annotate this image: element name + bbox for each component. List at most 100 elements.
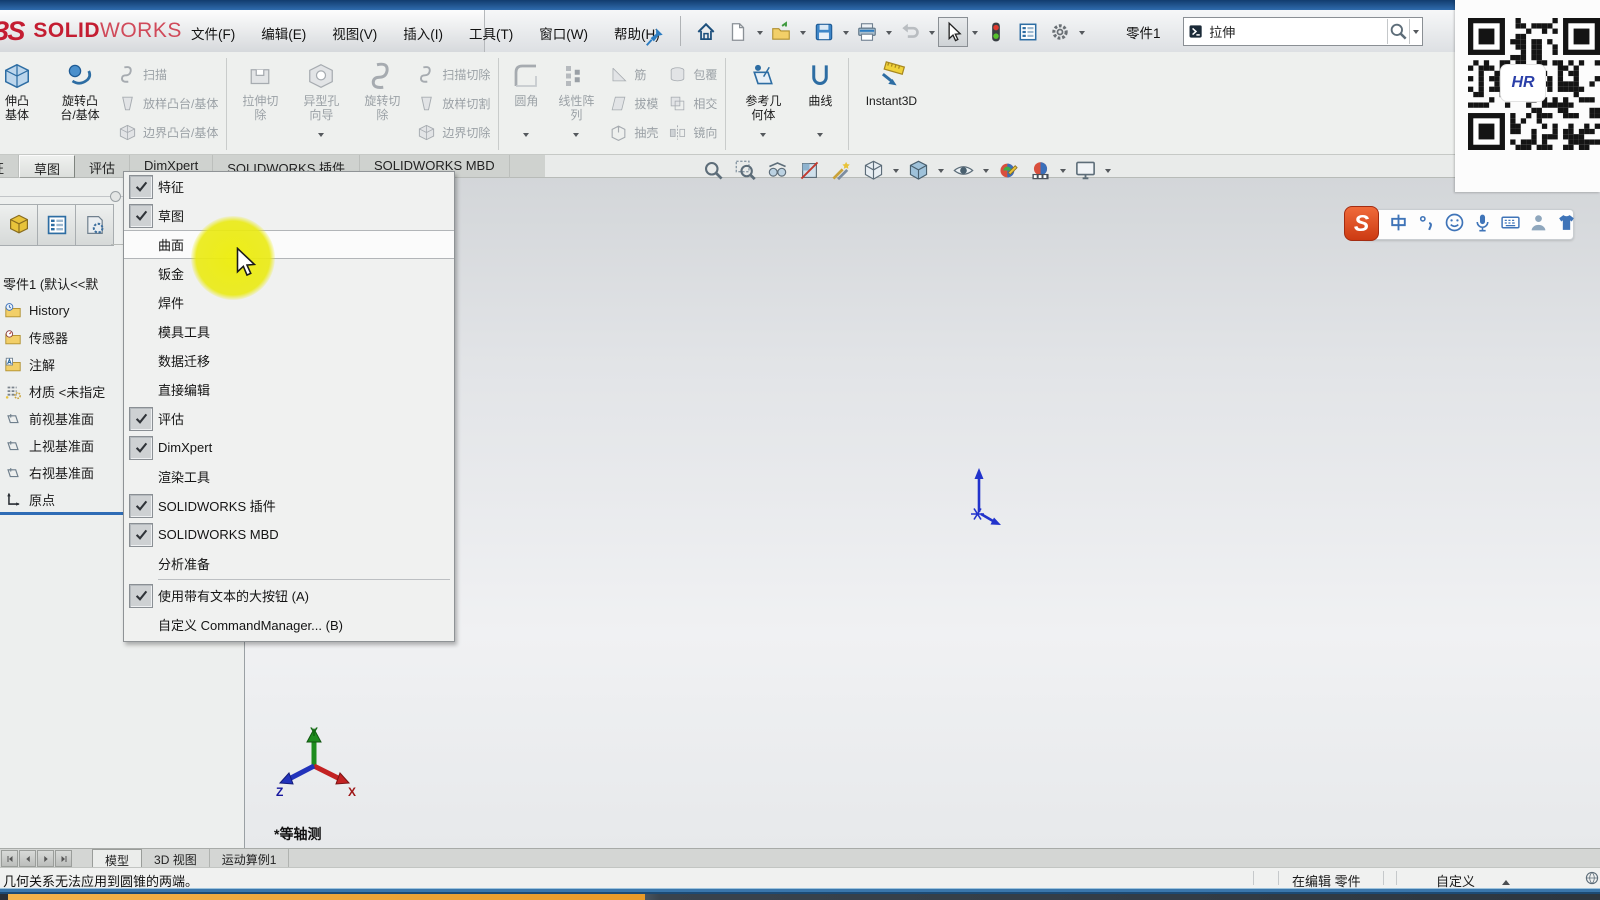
mirror-button[interactable]: 镜向 [668, 118, 717, 147]
context-menu-item-11[interactable]: SOLIDWORKS 插件 [124, 491, 454, 520]
context-menu-item-6[interactable]: 数据迁移 [124, 346, 454, 375]
context-menu-item-8[interactable]: 评估 [124, 404, 454, 433]
curves-button[interactable]: 曲线 [796, 54, 844, 154]
edit-appearance-button[interactable] [993, 156, 1024, 184]
reference-geometry-button[interactable]: 参考几 何体 [730, 54, 796, 154]
tab-3d-views[interactable]: 3D 视图 [142, 849, 210, 867]
apply-scene-button-dropdown[interactable] [1057, 156, 1069, 184]
magnifier-icon[interactable] [1387, 19, 1409, 44]
tab-evaluate[interactable]: 评估 [75, 155, 130, 178]
fillet-button[interactable]: 圆角 [503, 54, 549, 154]
intersect-button[interactable]: 相交 [668, 89, 717, 118]
configurationmanager-tab[interactable] [76, 204, 114, 246]
ime-chinese-mode-icon[interactable] [1388, 212, 1409, 233]
context-menu-item-10[interactable]: 渲染工具 [124, 462, 454, 491]
extruded-cut-button[interactable]: 拉伸切 除 [231, 54, 289, 154]
shell-button[interactable]: 抽壳 [609, 118, 658, 147]
hide-show-items-button-dropdown[interactable] [980, 156, 992, 184]
display-pane-button[interactable] [1013, 17, 1043, 47]
scroll-next-button[interactable] [37, 850, 54, 867]
menu-item-3[interactable]: 插入(I) [390, 18, 456, 48]
view-settings-button-dropdown[interactable] [1102, 156, 1114, 184]
context-menu-item-13[interactable]: 分析准备 [124, 549, 454, 578]
view-orientation-button[interactable] [858, 156, 889, 184]
context-menu-item-1[interactable]: 自定义 CommandManager... (B) [124, 610, 454, 639]
hole-wizard-button[interactable]: 异型孔 向导 [289, 54, 353, 154]
select-button[interactable] [938, 17, 968, 47]
revolved-boss-base-button[interactable]: 旋转凸 台/基体 [48, 54, 112, 154]
tab-sketch[interactable]: 草图 [19, 155, 75, 178]
wrap-button[interactable]: 包覆 [668, 60, 717, 89]
menu-item-5[interactable]: 窗口(W) [526, 18, 601, 48]
context-menu-item-3[interactable]: 钣金 [124, 259, 454, 288]
command-search-box[interactable] [1183, 17, 1423, 46]
new-document-button-dropdown[interactable] [754, 18, 765, 46]
home-button[interactable] [691, 17, 721, 47]
tab-model[interactable]: 模型 [92, 849, 142, 867]
swept-boss-base-button[interactable]: 扫描 [118, 60, 218, 89]
ime-profile-icon[interactable] [1528, 212, 1549, 233]
context-menu-item-2[interactable]: 曲面 [124, 230, 454, 259]
menu-item-0[interactable]: 文件(F) [178, 18, 248, 48]
save-button[interactable] [809, 17, 839, 47]
context-menu-item-1[interactable]: 草图 [124, 201, 454, 230]
extruded-boss-base-button[interactable]: 伸凸 基体 [0, 54, 48, 154]
display-style-button-dropdown[interactable] [935, 156, 947, 184]
sogou-logo[interactable]: S [1344, 206, 1379, 241]
ime-soft-keyboard-icon[interactable] [1500, 212, 1521, 233]
context-menu-item-9[interactable]: DimXpert [124, 433, 454, 462]
options-button-dropdown[interactable] [1076, 18, 1087, 46]
apply-scene-button[interactable] [1025, 156, 1056, 184]
open-button[interactable] [766, 17, 796, 47]
context-menu-item-0[interactable]: 特征 [124, 172, 454, 201]
instant3d-button[interactable]: Instant3D [853, 54, 929, 154]
revolved-cut-button[interactable]: 旋转切 除 [353, 54, 411, 154]
display-style-button[interactable] [903, 156, 934, 184]
ime-skin-icon[interactable] [1556, 212, 1577, 233]
featuremanager-tree-tab[interactable] [0, 204, 38, 246]
linear-pattern-button[interactable]: 线性阵 列 [549, 54, 603, 154]
context-menu-item-5[interactable]: 模具工具 [124, 317, 454, 346]
options-button[interactable] [1045, 17, 1075, 47]
scroll-prev-button[interactable] [19, 850, 36, 867]
context-menu-item-12[interactable]: SOLIDWORKS MBD [124, 520, 454, 549]
swept-cut-button[interactable]: 扫描切除 [417, 60, 490, 89]
propertymanager-tab[interactable] [38, 204, 76, 246]
panel-splitter-handle[interactable] [110, 191, 121, 202]
boundary-cut-button[interactable]: 边界切除 [417, 118, 490, 147]
zoom-area-button[interactable] [730, 156, 761, 184]
ime-emoji-icon[interactable] [1444, 212, 1465, 233]
tab-motion-study-1[interactable]: 运动算例1 [210, 849, 290, 867]
print-button-dropdown[interactable] [883, 18, 894, 46]
print-button[interactable] [852, 17, 882, 47]
lofted-boss-base-button[interactable]: 放样凸台/基体 [118, 89, 218, 118]
view-settings-button[interactable] [1070, 156, 1101, 184]
undo-button[interactable] [895, 17, 925, 47]
search-dropdown-icon[interactable] [1409, 19, 1422, 44]
taskbar-sliver[interactable] [0, 894, 1600, 900]
section-view-button[interactable] [794, 156, 825, 184]
zoom-fit-button[interactable] [698, 156, 729, 184]
boundary-boss-base-button[interactable]: 边界凸台/基体 [118, 118, 218, 147]
rib-button[interactable]: 筋 [609, 60, 658, 89]
tab-features[interactable]: 特征 [0, 155, 19, 178]
select-button-dropdown[interactable] [969, 18, 980, 46]
status-globe-icon[interactable] [1584, 870, 1600, 886]
scroll-last-button[interactable] [55, 850, 72, 867]
ime-punctuation-icon[interactable] [1416, 212, 1437, 233]
menu-item-4[interactable]: 工具(T) [456, 18, 526, 48]
dynamic-annotation-button[interactable] [826, 156, 857, 184]
menu-item-2[interactable]: 视图(V) [319, 18, 390, 48]
undo-button-dropdown[interactable] [926, 18, 937, 46]
pin-menu-icon[interactable] [644, 26, 666, 48]
lofted-cut-button[interactable]: 放样切割 [417, 89, 490, 118]
new-document-button[interactable] [723, 17, 753, 47]
view-orientation-button-dropdown[interactable] [890, 156, 902, 184]
scroll-first-button[interactable] [1, 850, 18, 867]
performance-evaluation-button[interactable] [981, 17, 1011, 47]
open-button-dropdown[interactable] [797, 18, 808, 46]
context-menu-item-0[interactable]: 使用带有文本的大按钮 (A) [124, 581, 454, 610]
ime-voice-icon[interactable] [1472, 212, 1493, 233]
menu-item-1[interactable]: 编辑(E) [248, 18, 319, 48]
search-input[interactable] [1207, 23, 1387, 40]
